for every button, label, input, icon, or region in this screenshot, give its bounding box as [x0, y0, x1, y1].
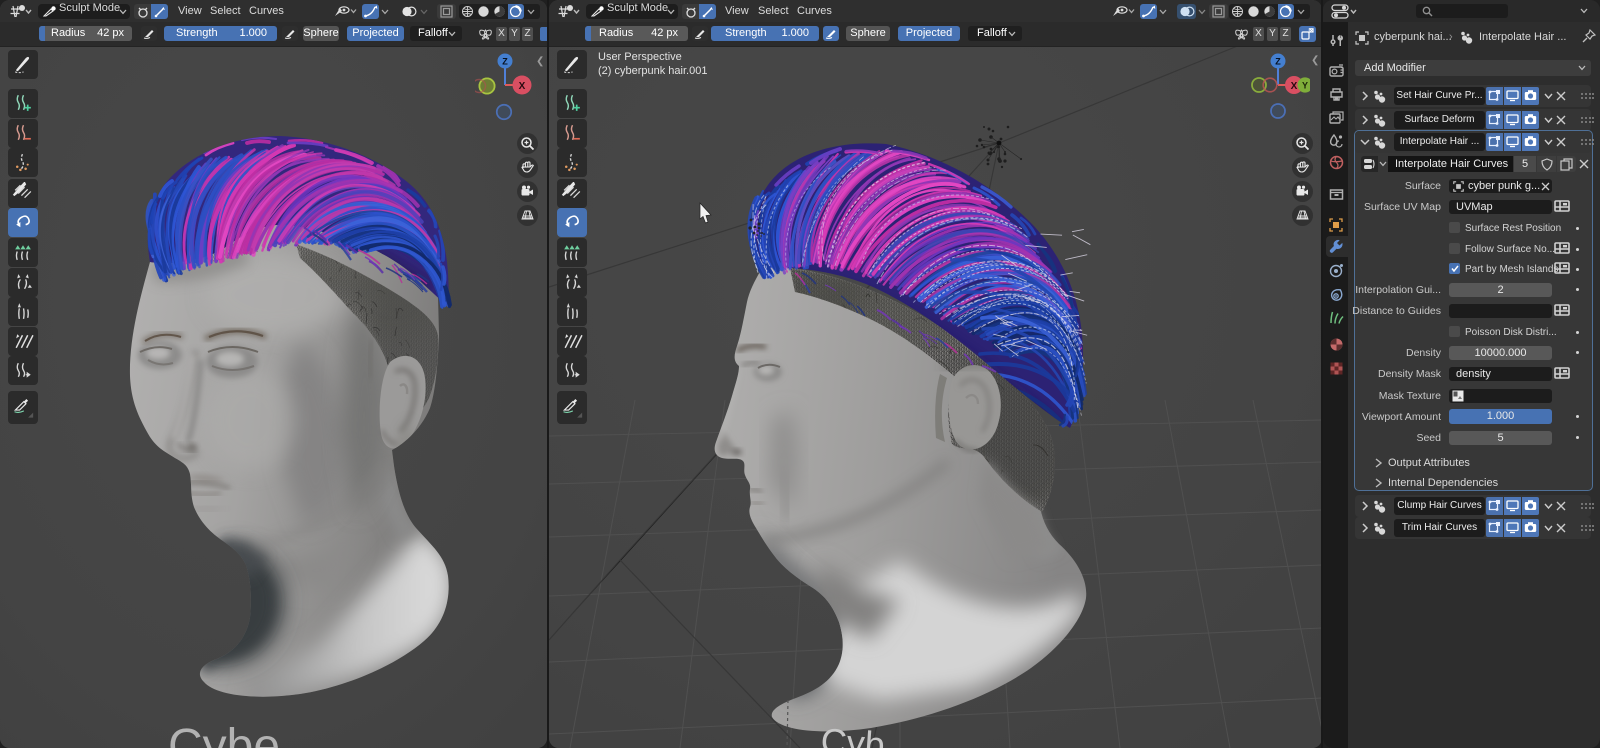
- svg-text:Y: Y: [1302, 81, 1308, 91]
- svg-text:Z: Z: [502, 57, 508, 67]
- svg-text:X: X: [1291, 81, 1298, 92]
- svg-text:Cybe: Cybe: [168, 720, 280, 748]
- svg-text:Cyb: Cyb: [819, 720, 886, 748]
- svg-text:X: X: [519, 81, 526, 92]
- svg-text:Z: Z: [1275, 57, 1281, 67]
